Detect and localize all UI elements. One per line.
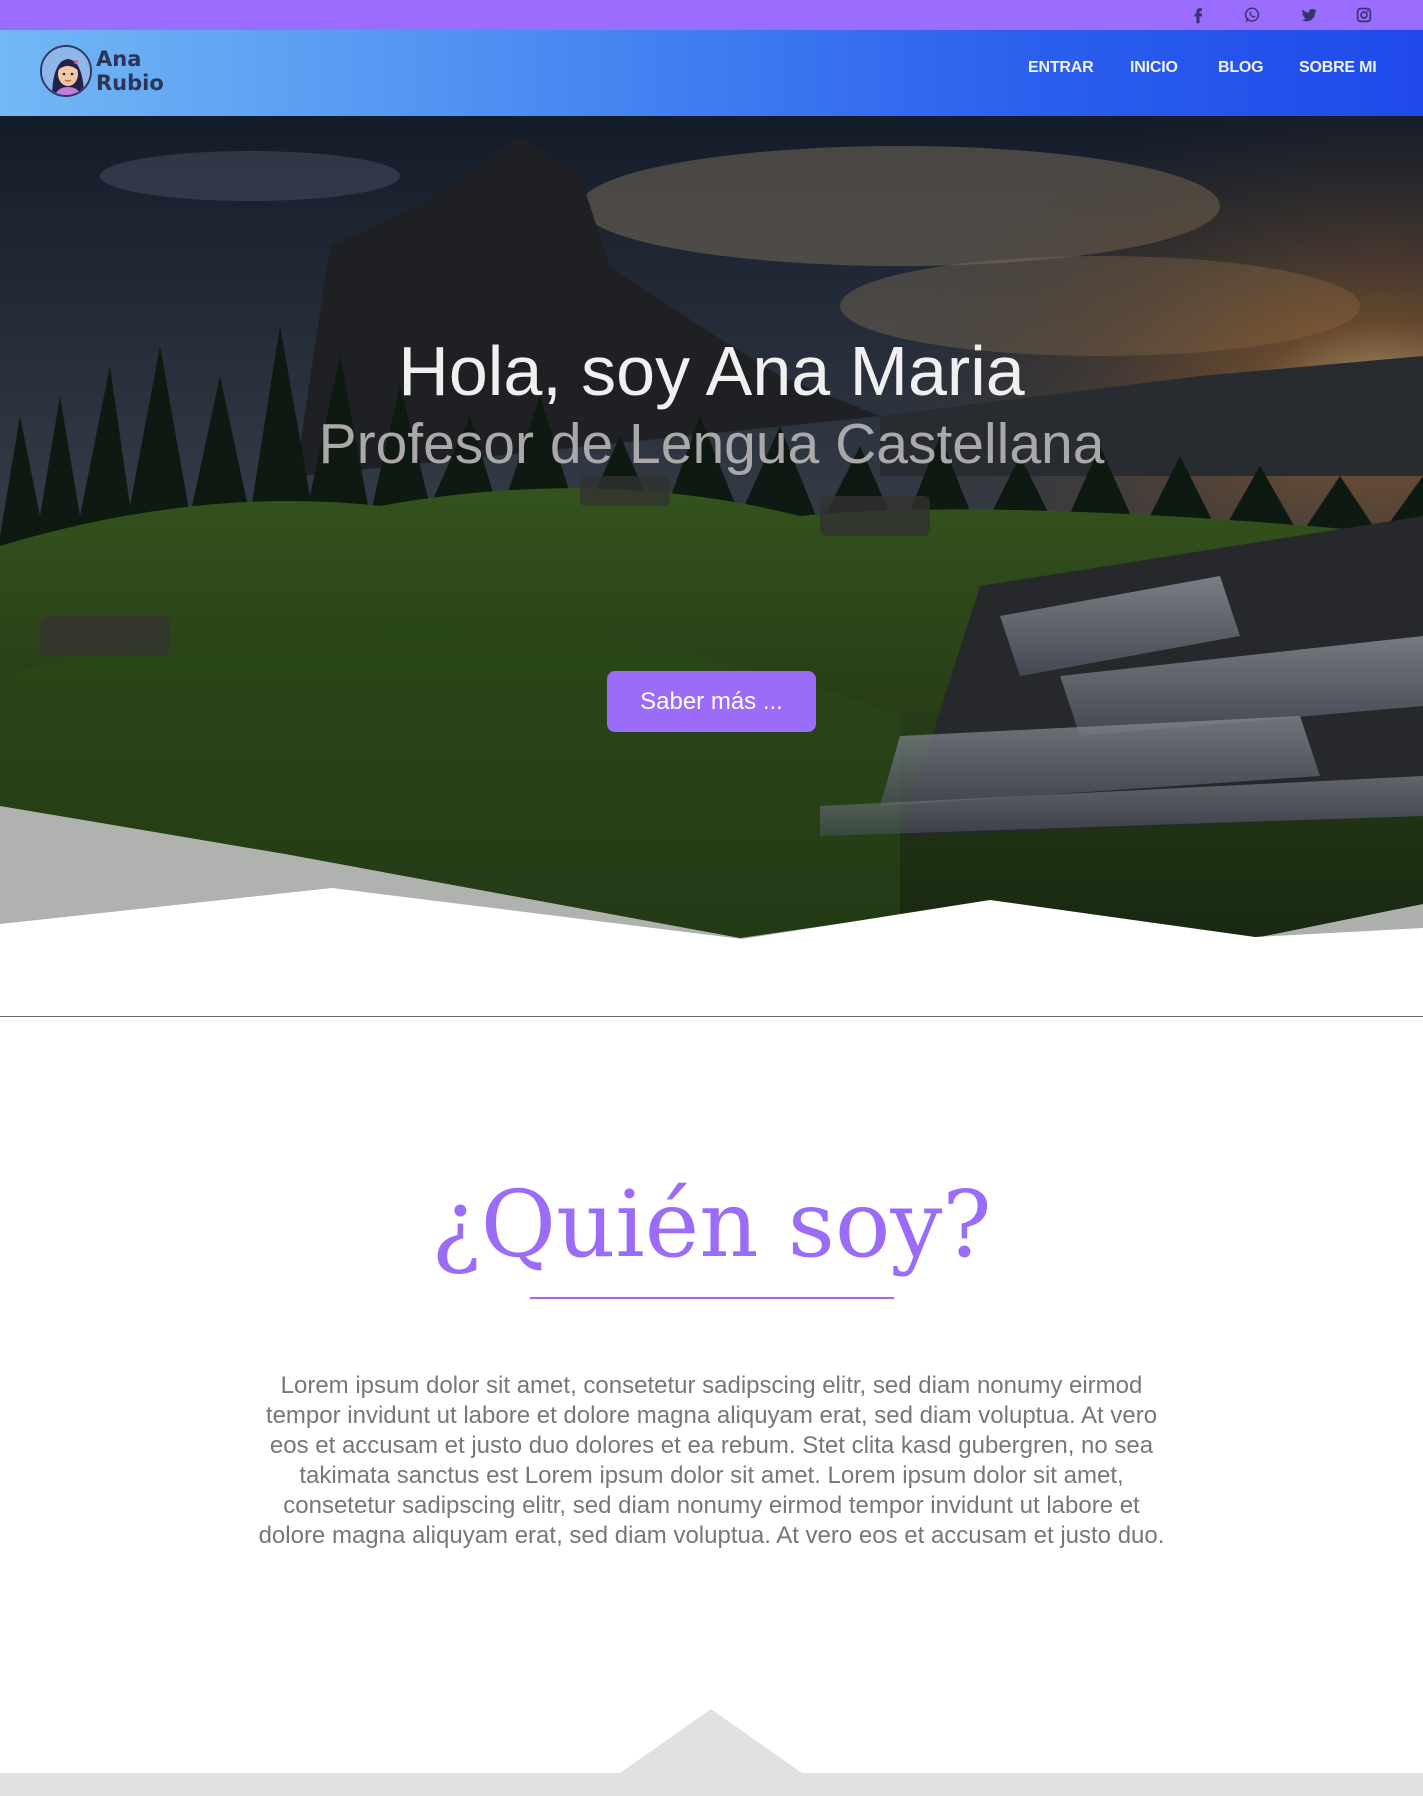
- hero-section: Hola, soy Ana Maria Profesor de Lengua C…: [0, 116, 1423, 956]
- hero-subtitle: Profesor de Lengua Castellana: [318, 412, 1105, 476]
- next-section-band: [0, 1773, 1423, 1796]
- nav-inicio[interactable]: INICIO: [1130, 59, 1178, 77]
- logo-line-2: Rubio: [96, 71, 164, 95]
- social-bar: [0, 0, 1423, 30]
- navbar: Ana Rubio ENTRAR INICIO BLOG SOBRE MI: [0, 30, 1423, 116]
- section-divider: [0, 1016, 1423, 1017]
- nav-sobre-mi[interactable]: SOBRE MI: [1299, 59, 1377, 77]
- about-title: ¿Quién soy?: [431, 1171, 992, 1278]
- avatar: [40, 45, 92, 97]
- nav-blog[interactable]: BLOG: [1218, 59, 1264, 77]
- logo-line-1: Ana: [96, 47, 142, 71]
- saber-mas-button[interactable]: Saber más ...: [607, 671, 816, 732]
- logo[interactable]: Ana Rubio: [40, 45, 164, 97]
- whatsapp-icon[interactable]: [1240, 3, 1264, 27]
- about-title-underline: [530, 1297, 894, 1299]
- instagram-icon[interactable]: [1352, 3, 1376, 27]
- hero-title: Hola, soy Ana Maria: [398, 332, 1025, 410]
- about-text: Lorem ipsum dolor sit amet, consetetur s…: [258, 1372, 1165, 1549]
- logo-text: Ana Rubio: [96, 47, 164, 95]
- twitter-icon[interactable]: [1297, 3, 1321, 27]
- nav-entrar[interactable]: ENTRAR: [1028, 59, 1094, 77]
- section-arrow-decoration: [620, 1709, 802, 1773]
- hero-background-image: [0, 116, 1423, 956]
- facebook-icon[interactable]: [1186, 3, 1210, 27]
